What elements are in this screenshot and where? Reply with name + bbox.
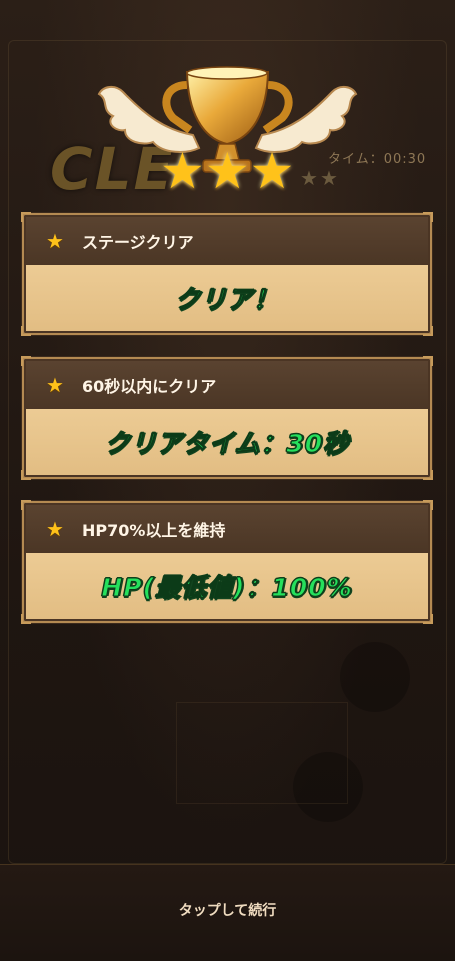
star-icon: ★: [204, 142, 250, 200]
mission-card-header: ★ ステージクリア: [26, 217, 428, 265]
star-icon: ★: [160, 142, 205, 200]
mission-card-body: クリア！: [26, 265, 428, 331]
mission-card-header: ★ HP70%以上を維持: [26, 505, 428, 553]
star-icon: ★: [46, 229, 64, 253]
mission-card-body: クリアタイム：30秒: [26, 409, 428, 475]
mission-card: ★ 60秒以内にクリア クリアタイム：30秒: [21, 356, 433, 480]
mission-card: ★ ステージクリア クリア！: [21, 212, 433, 336]
earned-stars: ★ ★ ★: [160, 146, 294, 196]
star-icon: ★: [249, 142, 295, 200]
mission-title: HP70%以上を維持: [82, 521, 226, 540]
mission-card-header: ★ 60秒以内にクリア: [26, 361, 428, 409]
mission-result: クリア！: [174, 285, 279, 315]
background-panel: [176, 702, 348, 804]
mission-title: 60秒以内にクリア: [82, 377, 217, 396]
star-icon: ★: [46, 373, 64, 397]
mission-result: HP(最低値)：100%: [101, 573, 353, 603]
background-circle: [340, 642, 410, 712]
mission-title: ステージクリア: [82, 233, 194, 252]
mission-result: クリアタイム：30秒: [104, 429, 350, 459]
mission-card-body: HP(最低値)：100%: [26, 553, 428, 619]
tap-to-continue[interactable]: タップして続行: [0, 900, 455, 920]
mission-card: ★ HP70%以上を維持 HP(最低値)：100%: [21, 500, 433, 624]
star-icon: ★: [46, 517, 64, 541]
